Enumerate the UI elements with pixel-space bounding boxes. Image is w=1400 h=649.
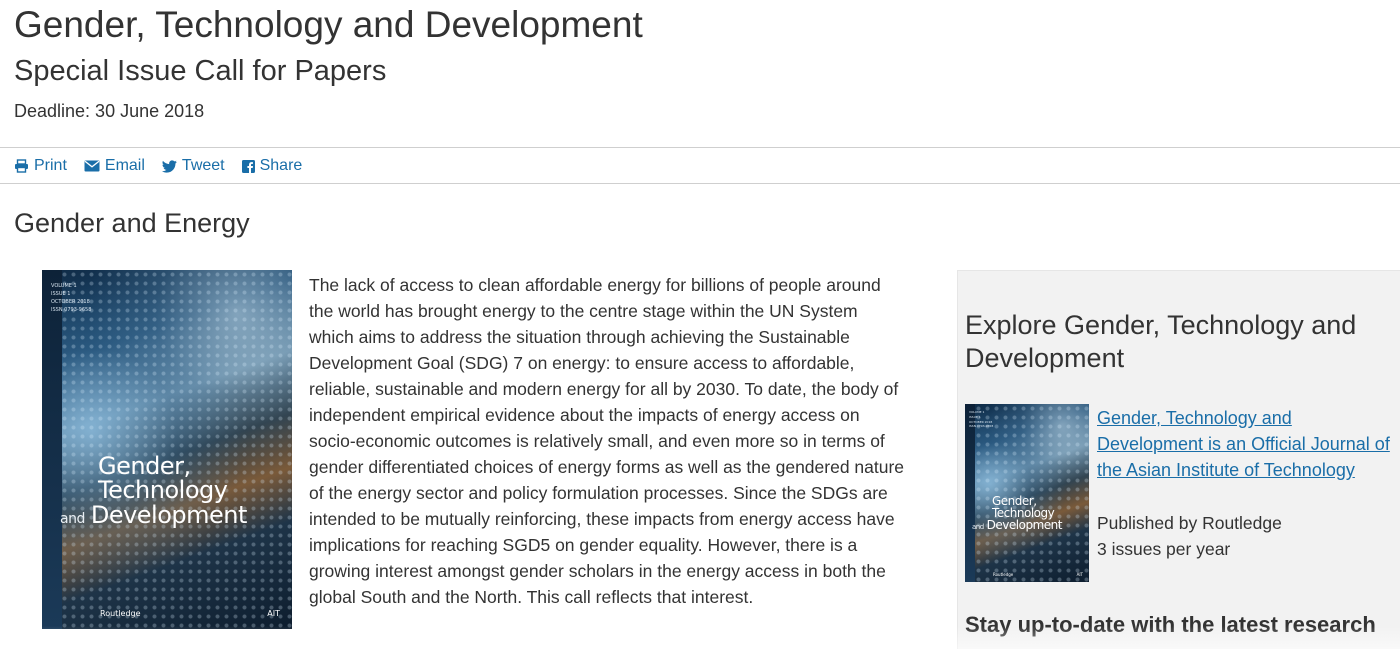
routledge-logo: Routledge [993,571,1014,577]
print-icon [15,159,28,173]
journal-cover-image: VOLUME 1 ISSUE 1 OCTOBER 2018 ISSN 0793-… [42,270,292,629]
ait-logo: AIT [267,608,280,618]
section-body: The lack of access to clean affordable e… [309,275,905,607]
cover-issn: ISSN 0793-9658 [969,424,994,429]
email-icon [84,160,100,172]
share-link[interactable]: Share [241,157,303,175]
cover-title: Gender, Technology and Development [60,452,247,528]
cover-title-and: and [60,510,85,527]
twitter-icon [161,159,177,173]
email-label: Email [104,157,145,174]
print-label: Print [34,157,67,174]
cover-title-line2-row: Technology [98,478,247,502]
cover-title: Gender, Technology and Development [972,495,1062,532]
tweet-link[interactable]: Tweet [161,157,225,175]
cover-footer: Routledge AIT [42,597,292,629]
section-title: Gender and Energy [14,208,250,238]
cover-footer: Routledge AIT [965,566,1089,582]
sidebar-cover-image[interactable]: VOLUME 1 ISSUE 1 OCTOBER 2018 ISSN 0793-… [965,404,1089,582]
cover-title-line3: Development [90,500,248,529]
page-subtitle: Special Issue Call for Papers [14,55,387,87]
deadline-text: Deadline: 30 June 2018 [14,101,205,121]
ait-logo: AIT [1076,571,1083,577]
cover-date: OCTOBER 2018 [51,299,90,305]
stay-updated-heading: Stay up-to-date with the latest research [965,612,1376,637]
tweet-label: Tweet [181,157,225,174]
cover-title-line3: Development [986,518,1063,533]
journal-link[interactable]: Gender, Technology and Development is an… [1097,405,1397,483]
print-link[interactable]: Print [14,157,67,175]
cover-issue: ISSUE 1 [51,291,71,297]
facebook-icon [241,159,255,173]
sidebar-title: Explore Gender, Technology and Developme… [965,310,1357,373]
cover-meta: VOLUME 1 ISSUE 1 OCTOBER 2018 ISSN 0793-… [969,410,993,429]
email-link[interactable]: Email [84,157,145,175]
cover-title-and: and [972,523,984,532]
cover-volume: VOLUME 1 [51,283,77,289]
cover-meta: VOLUME 1 ISSUE 1 OCTOBER 2018 ISSN 0793-… [51,282,91,314]
page: Gender, Technology and Development Speci… [0,0,1400,649]
share-bar: Print Email Tweet Share [14,155,302,177]
issues-per-year-text: 3 issues per year [1097,539,1231,559]
routledge-logo: Routledge [100,608,141,618]
cover-title-line3-row: and Development [60,503,247,527]
share-label: Share [259,157,303,174]
page-title: Gender, Technology and Development [14,4,643,45]
divider-bottom [0,183,1400,184]
cover-title-line3-row: and Development [972,519,1062,531]
cover-title-line1: Gender, [98,452,191,480]
cover-strip [42,270,62,629]
cover-issn: ISSN 0793-9658 [51,307,92,313]
cover-strip [965,404,975,582]
divider-top [0,147,1400,148]
published-by-text: Published by Routledge [1097,513,1282,533]
